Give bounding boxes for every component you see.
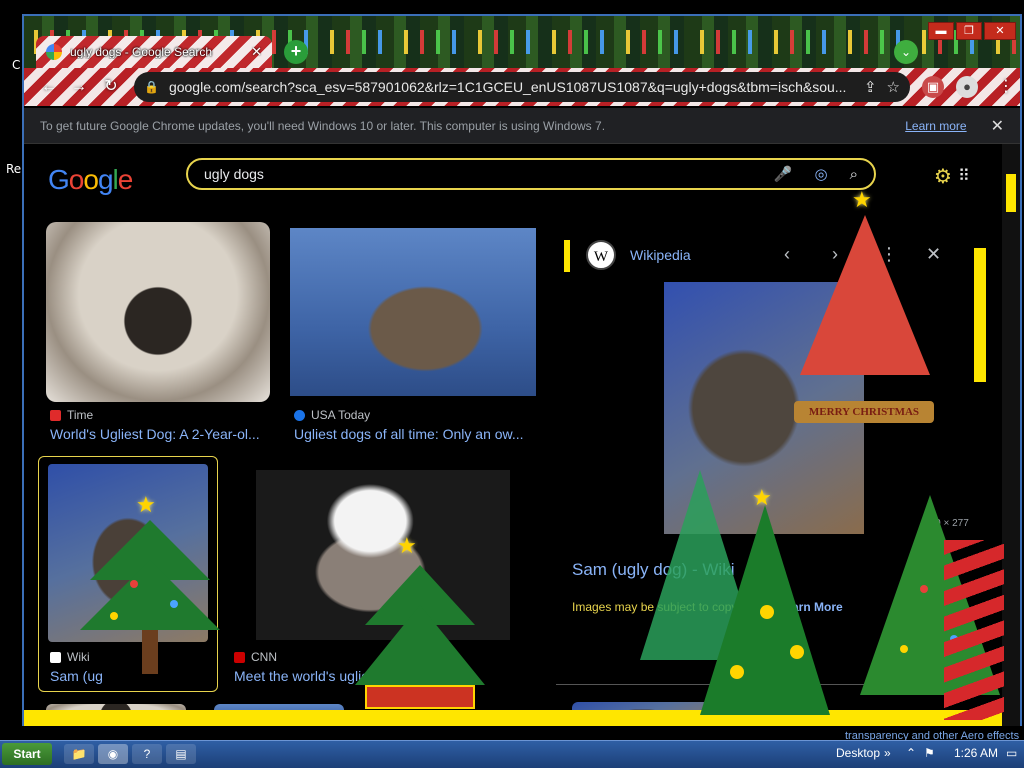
red-ribbon-tree-decoration <box>944 540 1004 720</box>
minimize-button[interactable]: ▬ <box>928 22 954 40</box>
google-logo[interactable]: Google <box>48 164 133 196</box>
search-icon[interactable]: ⌕ <box>850 166 858 183</box>
action-center-icon[interactable]: ⚑ <box>924 746 935 760</box>
url-text[interactable]: google.com/search?sca_esv=587901062&rlz=… <box>169 79 854 95</box>
desktop-icon-label: Re <box>6 162 22 176</box>
result-title[interactable]: World's Ugliest Dog: A 2-Year-ol... <box>50 426 270 442</box>
tray-expand-icon[interactable]: » <box>884 746 891 760</box>
wikipedia-logo-icon: W <box>586 240 616 270</box>
result-source: USA Today <box>294 408 370 422</box>
vertical-scrollbar[interactable] <box>1002 144 1020 726</box>
result-title[interactable]: Ugliest dogs of all time: Only an ow... <box>294 426 534 442</box>
star-icon: ★ <box>852 187 872 212</box>
help-icon[interactable]: ? <box>132 744 162 764</box>
share-icon[interactable]: ⇪ <box>864 78 877 96</box>
learn-more-link[interactable]: Learn more <box>905 119 966 133</box>
camera-lens-icon[interactable]: ◎ <box>815 165 828 183</box>
search-input[interactable]: ugly dogs <box>204 166 752 182</box>
panel-scroll-indicator <box>974 248 986 382</box>
wikipedia-favicon-icon <box>50 651 61 663</box>
star-icon: ★ <box>136 492 156 517</box>
update-infobar: To get future Google Chrome updates, you… <box>24 108 1020 144</box>
star-icon: ★ <box>752 485 772 510</box>
tab-title: ugly dogs - Google Search <box>70 45 213 59</box>
start-button[interactable]: Start <box>2 743 52 765</box>
close-window-button[interactable]: ✕ <box>984 22 1016 40</box>
microphone-icon[interactable]: 🎤 <box>774 165 793 183</box>
maximize-button[interactable]: ❐ <box>956 22 982 40</box>
time-favicon-icon <box>50 409 61 421</box>
show-desktop-icon[interactable]: ▭ <box>1006 746 1017 760</box>
scroll-thumb[interactable] <box>1006 174 1016 212</box>
result-image[interactable] <box>46 222 270 402</box>
panel-source[interactable]: W Wikipedia <box>586 240 691 270</box>
panel-accent-bar <box>564 240 570 272</box>
gear-icon[interactable]: ⚙ <box>934 164 952 189</box>
result-source: Wiki <box>50 650 90 664</box>
chrome-menu-icon[interactable]: ⋮ <box>998 76 1014 96</box>
result-title[interactable]: Sam (ug <box>50 668 140 684</box>
infobar-message: To get future Google Chrome updates, you… <box>40 118 606 133</box>
new-tab-button[interactable]: + <box>284 40 308 64</box>
reload-icon[interactable]: ↻ <box>100 76 122 98</box>
tab-close-icon[interactable]: ✕ <box>251 44 262 60</box>
desktop-icon-label: C <box>12 58 21 72</box>
back-icon[interactable]: ← <box>38 76 60 98</box>
merry-christmas-banner: MERRY CHRISTMAS <box>794 401 934 423</box>
result-source: CNN <box>234 650 277 664</box>
lock-icon: 🔒 <box>144 80 159 94</box>
usatoday-favicon-icon <box>294 409 305 421</box>
apps-grid-icon[interactable]: ⠿ <box>958 166 970 186</box>
google-favicon-icon <box>46 44 62 60</box>
bookmark-star-icon[interactable]: ☆ <box>887 78 900 96</box>
star-icon: ★ <box>397 533 417 558</box>
infobar-close-icon[interactable]: ✕ <box>991 116 1004 136</box>
tray-arrow-icon[interactable]: ⌃ <box>906 746 916 760</box>
cnn-favicon-icon <box>234 651 245 663</box>
desktop-toolbar-label[interactable]: Desktop <box>836 746 880 760</box>
panel-source-name[interactable]: Wikipedia <box>630 247 691 263</box>
clock[interactable]: 1:26 AM <box>954 746 998 760</box>
chrome-taskbar-icon[interactable]: ◉ <box>98 744 128 764</box>
file-explorer-icon[interactable]: 📁 <box>64 744 94 764</box>
tab-search-button[interactable]: ⌄ <box>894 40 918 64</box>
extension-icon[interactable]: ▣ <box>922 76 944 98</box>
result-image[interactable] <box>290 228 536 396</box>
previous-result-icon[interactable]: ‹ <box>784 244 790 265</box>
horizontal-scrollbar[interactable] <box>24 710 1002 726</box>
forward-icon[interactable]: → <box>68 76 90 98</box>
result-source: Time <box>50 408 93 422</box>
search-box[interactable]: ugly dogs 🎤 ◎ ⌕ <box>186 158 876 190</box>
profile-avatar-icon[interactable]: ● <box>956 76 978 98</box>
address-bar[interactable]: 🔒 google.com/search?sca_esv=587901062&rl… <box>134 72 910 102</box>
network-icon[interactable]: ▤ <box>166 744 196 764</box>
browser-tab[interactable]: ugly dogs - Google Search ✕ <box>36 36 272 68</box>
